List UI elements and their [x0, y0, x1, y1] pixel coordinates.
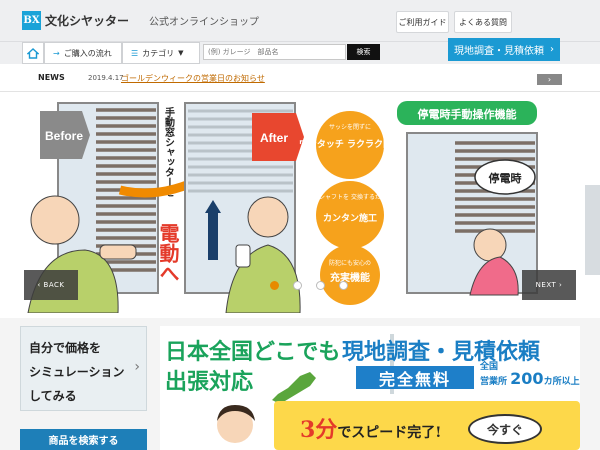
slider-next-button[interactable]: NEXT ›: [522, 270, 576, 300]
operator-illustration: [217, 405, 255, 443]
offices-prefix: 全国: [480, 362, 499, 372]
arrow-right-icon: →: [53, 48, 60, 58]
feature-2-title: カンタン施工: [323, 212, 377, 224]
logo[interactable]: BX 文化シヤッター 公式オンラインショップ: [22, 11, 259, 30]
chevron-down-icon: ▼: [178, 49, 184, 57]
slider-dot[interactable]: [316, 281, 325, 290]
hero-headline: 電動へ: [156, 223, 180, 283]
offices-count: 全国 営業所 200カ所以上: [480, 362, 580, 388]
sim-line-2: シミュレーション: [29, 365, 125, 379]
tab-purchase-flow-label: ご購入の流れ: [63, 48, 112, 58]
tab-category-label: カテゴリ: [142, 48, 175, 58]
chevron-right-icon: ›: [550, 44, 554, 55]
search-input[interactable]: [203, 44, 346, 60]
price-simulation-banner[interactable]: 自分で価格を シミュレーション してみる ›: [20, 326, 147, 411]
sim-line-3: してみる: [29, 389, 77, 403]
blackout-title: 停電時手動操作機能: [418, 107, 517, 121]
speed-minutes: 3分: [300, 417, 338, 443]
quote-request-button[interactable]: 現地調査・見積依頼 ›: [448, 38, 560, 61]
shop-subtitle: 公式オンラインショップ: [149, 17, 260, 28]
banner-left-line2: 出張対応: [165, 369, 254, 395]
news-date: 2019.4.17: [88, 74, 124, 82]
speed-text: 3分でスピード完了!: [300, 412, 441, 444]
home-icon: [27, 47, 39, 59]
speed-caption: でスピード完了!: [337, 425, 442, 441]
slider-dot[interactable]: [339, 281, 348, 290]
feature-2-note: 巻取シャフトを 交換するだけの: [307, 193, 393, 201]
offices-suffix: カ所: [543, 377, 562, 387]
vertical-caption: 手動窓シャッターを: [163, 106, 175, 197]
news-next-button[interactable]: ›: [537, 74, 562, 85]
site-header: BX 文化シヤッター 公式オンラインショップ ご利用ガイド よくある質問: [0, 0, 600, 42]
blackout-bubble: 停電時: [489, 171, 522, 185]
offices-line2: 営業所: [480, 377, 508, 387]
feature-3-note: 防犯にも安心の: [329, 259, 371, 267]
tab-purchase-flow[interactable]: → ご購入の流れ: [44, 42, 122, 64]
logo-name: 文化シヤッター: [45, 14, 130, 28]
quote-request-label: 現地調査・見積依頼: [454, 46, 544, 57]
after-label: After: [260, 131, 288, 145]
search-button[interactable]: 検索: [347, 44, 380, 60]
news-link[interactable]: ゴールデンウィークの営業日のお知らせ: [121, 73, 265, 84]
slider-dots: [270, 281, 348, 290]
feature-1-title: ワンタッチ ラクラク開閉: [299, 138, 401, 150]
news-label: NEWS: [38, 73, 65, 82]
slider-dot[interactable]: [270, 281, 279, 290]
slider-dot[interactable]: [293, 281, 302, 290]
chevron-right-icon: ›: [134, 359, 140, 375]
news-bar: NEWS 2019.4.17 ゴールデンウィークの営業日のお知らせ: [0, 64, 600, 92]
list-icon: ☰: [131, 48, 139, 58]
logo-mark: BX: [22, 11, 41, 30]
before-label: Before: [45, 129, 83, 143]
faq-link[interactable]: よくある質問: [454, 11, 512, 33]
offices-tail: 以上: [561, 377, 580, 387]
slider-back-button[interactable]: ‹ BACK: [24, 270, 78, 300]
home-button[interactable]: [22, 42, 44, 64]
tab-category[interactable]: ☰ カテゴリ ▼: [122, 42, 200, 64]
guide-link[interactable]: ご利用ガイド: [396, 11, 449, 33]
offices-number: 200: [510, 369, 544, 388]
free-badge: 完全無料: [356, 366, 474, 389]
now-button[interactable]: 今すぐ: [468, 414, 542, 444]
product-search-button[interactable]: 商品を検索する: [20, 429, 147, 450]
banner-left-line1: 日本全国どこでも: [165, 339, 341, 365]
feature-1-note: サッシを閉ずに: [329, 123, 371, 131]
sim-line-1: 自分で価格を: [29, 341, 102, 355]
